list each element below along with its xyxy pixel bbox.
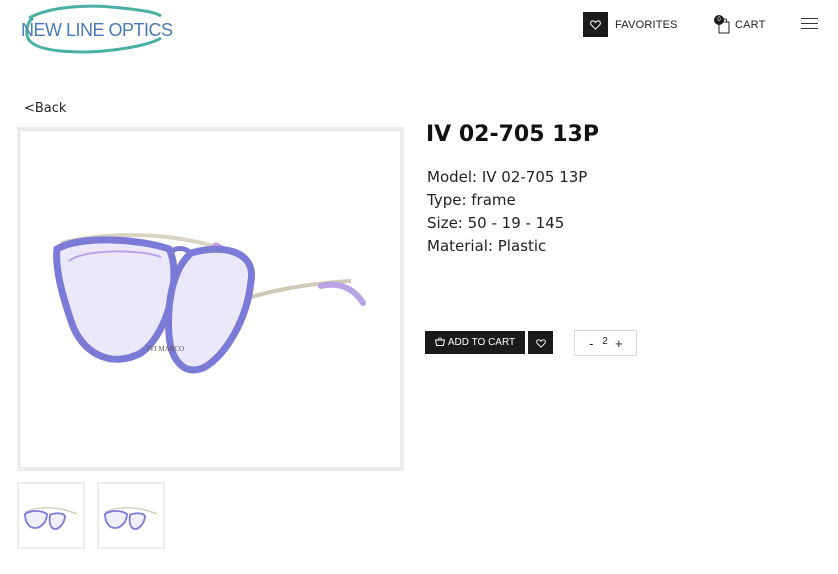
add-to-cart-label: ADD TO CART bbox=[447, 337, 516, 348]
spec-type: Type: frame bbox=[427, 191, 516, 209]
hamburger-icon[interactable] bbox=[801, 18, 821, 32]
shopping-bag-icon[interactable]: 0 bbox=[714, 14, 730, 36]
favorites-heart-icon[interactable] bbox=[583, 12, 608, 37]
glasses-image: IVI MARCO bbox=[53, 233, 366, 374]
thumbnail-2[interactable] bbox=[97, 482, 165, 549]
add-to-cart-button[interactable]: ADD TO CART bbox=[425, 331, 525, 354]
glasses-thumbnail-icon bbox=[104, 507, 158, 530]
product-title: IV 02-705 13P bbox=[426, 122, 599, 147]
glasses-thumbnail-icon bbox=[24, 507, 78, 530]
thumbnail-1[interactable] bbox=[17, 482, 85, 549]
site-logo[interactable]: NEW LINE OPTICS bbox=[21, 4, 173, 56]
quantity-increase-button[interactable]: + bbox=[615, 336, 623, 351]
product-main-image[interactable]: IVI MARCO bbox=[17, 127, 404, 471]
basket-icon bbox=[434, 336, 445, 349]
quantity-decrease-button[interactable]: - bbox=[589, 336, 593, 351]
add-to-wishlist-button[interactable] bbox=[528, 331, 553, 354]
favorites-link[interactable]: FAVORITES bbox=[583, 12, 678, 37]
cart-label[interactable]: CART bbox=[735, 19, 766, 31]
product-specs: Model: IV 02-705 13P Type: frame Size: 5… bbox=[427, 166, 587, 258]
back-link[interactable]: <Back bbox=[24, 101, 66, 116]
cart-count-badge: 0 bbox=[714, 15, 724, 25]
frame-brand-mark: IVI MARCO bbox=[147, 345, 184, 353]
spec-material: Material: Plastic bbox=[427, 237, 547, 255]
quantity-stepper[interactable]: - 2 + bbox=[574, 330, 637, 356]
cart-link[interactable]: 0 CART bbox=[714, 14, 766, 36]
spec-model: Model: IV 02-705 13P bbox=[427, 168, 588, 186]
heart-icon bbox=[535, 333, 546, 352]
spec-size: Size: 50 - 19 - 145 bbox=[427, 214, 565, 232]
logo-text: NEW LINE OPTICS bbox=[21, 20, 173, 40]
quantity-input[interactable]: 2 bbox=[600, 336, 610, 347]
favorites-label[interactable]: FAVORITES bbox=[615, 19, 678, 31]
